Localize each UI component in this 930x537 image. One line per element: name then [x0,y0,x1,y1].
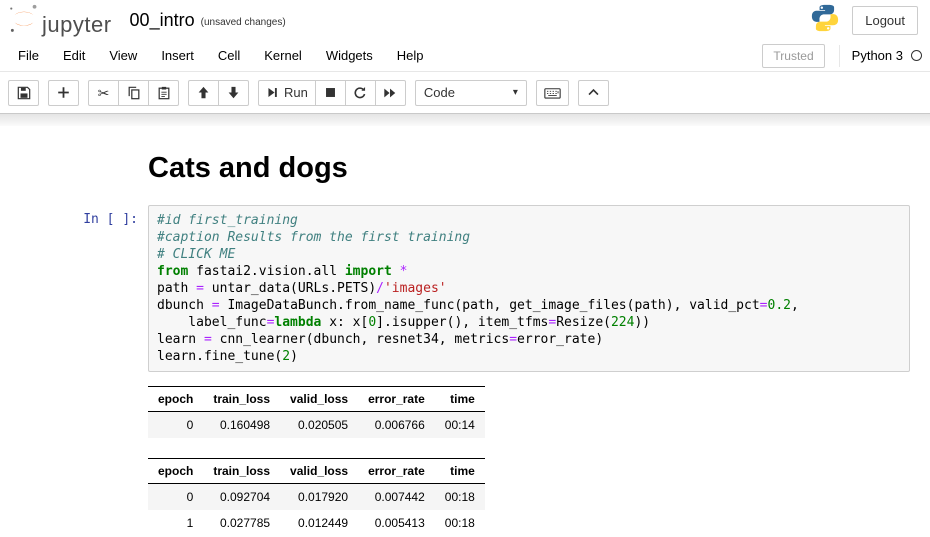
column-header: train_loss [203,459,280,484]
cut-cell-button[interactable]: ✂ [88,80,119,106]
site-divider [0,113,930,126]
output-area: epochtrain_lossvalid_losserror_ratetime0… [0,386,930,536]
menu-help[interactable]: Help [385,40,436,71]
notebook-title[interactable]: 00_intro [130,10,195,31]
column-header: error_rate [358,387,435,412]
copy-cell-button[interactable] [118,80,149,106]
code-editor[interactable]: #id first_training#caption Results from … [157,212,901,365]
plus-icon [57,86,70,99]
python-logo-icon [810,3,840,38]
run-cell-button[interactable]: Run [258,80,316,106]
notebook-area: Cats and dogs In [ ]: #id first_training… [0,126,930,536]
move-cell-up-button[interactable] [188,80,219,106]
refresh-icon [353,86,367,100]
table-row: 00.0927040.0179200.00744200:18 [148,484,485,511]
training-results-table-1: epochtrain_lossvalid_losserror_ratetime0… [148,386,485,438]
kernel-name: Python 3 [852,48,903,63]
column-header: valid_loss [280,459,358,484]
restart-kernel-button[interactable] [345,80,376,106]
code-cell[interactable]: In [ ]: #id first_training#caption Resul… [0,205,930,372]
training-results-table-2: epochtrain_lossvalid_losserror_ratetime0… [148,458,485,536]
jupyter-logo-text: jupyter [42,14,112,39]
menu-bar: File Edit View Insert Cell Kernel Widget… [0,40,930,72]
column-header: time [435,387,485,412]
code-input-area[interactable]: #id first_training#caption Results from … [148,205,910,372]
paste-cell-button[interactable] [148,80,179,106]
header: jupyter 00_intro (unsaved changes) Logou… [0,0,930,40]
chevron-up-icon [587,86,600,99]
cell-type-dropdown[interactable]: Code ▾ [415,80,527,106]
restart-run-all-button[interactable] [375,80,406,106]
table-row: 10.0277850.0124490.00541300:18 [148,510,485,536]
column-header: time [435,459,485,484]
command-palette-button[interactable] [536,80,569,106]
scissors-icon: ✂ [98,86,110,100]
arrow-up-icon [197,86,210,99]
chevron-down-icon: ▾ [513,87,518,98]
jupyter-logo-icon [8,2,40,39]
jupyter-logo[interactable]: jupyter [8,2,112,39]
cell-type-value: Code [424,85,455,100]
run-button-label: Run [284,85,308,100]
logout-button[interactable]: Logout [852,6,918,35]
toolbar: ✂ Run Code ▾ [0,72,930,113]
step-forward-icon [266,86,279,99]
checkpoint-status: (unsaved changes) [201,13,286,28]
column-header: valid_loss [280,387,358,412]
kernel-idle-icon [911,50,922,61]
notebook-heading: Cats and dogs [148,152,930,185]
menu-file[interactable]: File [6,40,51,71]
input-prompt: In [ ]: [0,205,148,372]
menu-widgets[interactable]: Widgets [314,40,385,71]
trusted-button[interactable]: Trusted [762,44,824,68]
menu-kernel[interactable]: Kernel [252,40,314,71]
menu-edit[interactable]: Edit [51,40,97,71]
arrow-down-icon [227,86,240,99]
column-header: epoch [148,459,203,484]
menu-divider [839,45,840,67]
fast-forward-icon [383,86,397,100]
stop-icon [324,86,337,99]
menu-cell[interactable]: Cell [206,40,252,71]
menu-insert[interactable]: Insert [149,40,206,71]
clipboard-icon [157,86,171,100]
keyboard-icon [544,86,561,100]
column-header: error_rate [358,459,435,484]
markdown-cell[interactable]: Cats and dogs [0,152,930,185]
column-header: epoch [148,387,203,412]
chevron-up-button[interactable] [578,80,609,106]
move-cell-down-button[interactable] [218,80,249,106]
interrupt-kernel-button[interactable] [315,80,346,106]
save-button[interactable] [8,80,39,106]
insert-cell-button[interactable] [48,80,79,106]
table-row: 00.1604980.0205050.00676600:14 [148,412,485,439]
column-header: train_loss [203,387,280,412]
menu-view[interactable]: View [97,40,149,71]
save-icon [17,86,31,100]
copy-icon [127,86,141,100]
